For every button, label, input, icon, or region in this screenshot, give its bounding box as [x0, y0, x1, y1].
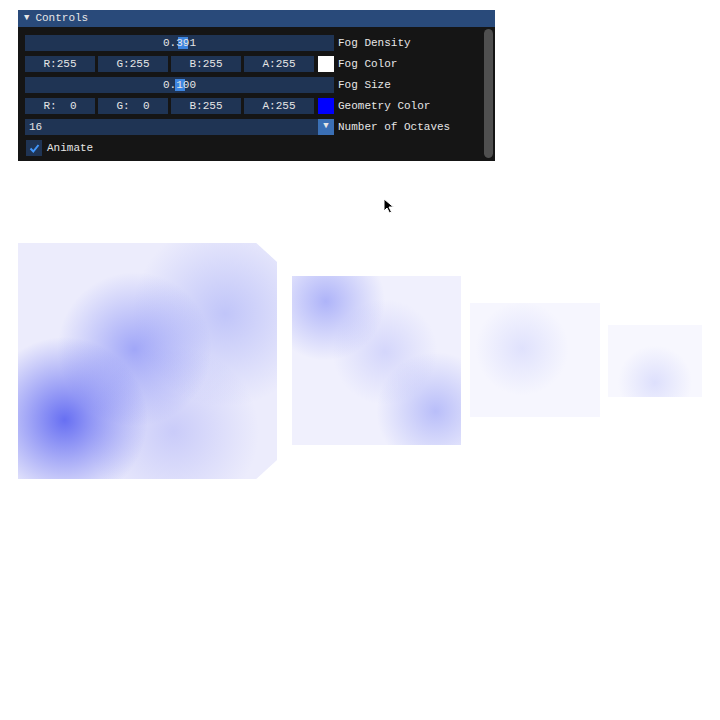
controls-window[interactable]: ▼Controls 0.391Fog DensityR:255G:255B:25… [18, 10, 495, 161]
control-row: 0.100 Fog Size [25, 77, 495, 93]
fog-cube-3 [470, 303, 600, 417]
control-row: 16▼ Number of Octaves [25, 119, 495, 135]
slider[interactable]: 0.391 [25, 35, 334, 51]
color-component-field[interactable]: G: 0 [98, 98, 168, 114]
color-component-field[interactable]: B:255 [171, 98, 241, 114]
slider[interactable]: 0.100 [25, 77, 334, 93]
control-row: 0.391 Fog Density [25, 35, 495, 51]
cursor-icon [383, 198, 395, 214]
control-label: Fog Size [338, 80, 391, 91]
check-icon [29, 143, 40, 154]
color-component-field[interactable]: R:255 [25, 56, 95, 72]
slider-value: 0.391 [163, 38, 196, 49]
combo-arrow-icon[interactable]: ▼ [318, 119, 334, 135]
color-editor[interactable]: R:255G:255B:255A:255 [25, 56, 334, 72]
color-component-field[interactable]: G:255 [98, 56, 168, 72]
fog-cube-2 [292, 276, 461, 445]
scrollbar[interactable] [484, 29, 493, 158]
control-label: Number of Octaves [338, 122, 450, 133]
color-component-field[interactable]: B:255 [171, 56, 241, 72]
combo-value: 16 [25, 122, 318, 133]
color-component-field[interactable]: A:255 [244, 56, 314, 72]
fog-cube-1 [18, 243, 277, 479]
control-row: Animate [25, 140, 495, 156]
color-swatch[interactable] [318, 98, 334, 114]
slider-value: 0.100 [163, 80, 196, 91]
control-label: Fog Color [338, 59, 397, 70]
control-label: Fog Density [338, 38, 411, 49]
collapse-arrow-icon[interactable]: ▼ [24, 14, 29, 23]
control-label: Animate [47, 143, 93, 154]
control-row: R: 0G: 0B:255A:255 Geometry Color [25, 98, 495, 114]
combo-box[interactable]: 16▼ [25, 119, 334, 135]
color-component-field[interactable]: A:255 [244, 98, 314, 114]
window-title: Controls [35, 13, 88, 24]
control-label: Geometry Color [338, 101, 430, 112]
color-component-field[interactable]: R: 0 [25, 98, 95, 114]
scrollbar-thumb[interactable] [484, 29, 493, 158]
title-bar[interactable]: ▼ Controls [18, 10, 495, 27]
control-row: R:255G:255B:255A:255 Fog Color [25, 56, 495, 72]
color-swatch[interactable] [318, 56, 334, 72]
fog-cube-4 [608, 325, 702, 397]
checkbox[interactable] [26, 140, 42, 156]
color-editor[interactable]: R: 0G: 0B:255A:255 [25, 98, 334, 114]
